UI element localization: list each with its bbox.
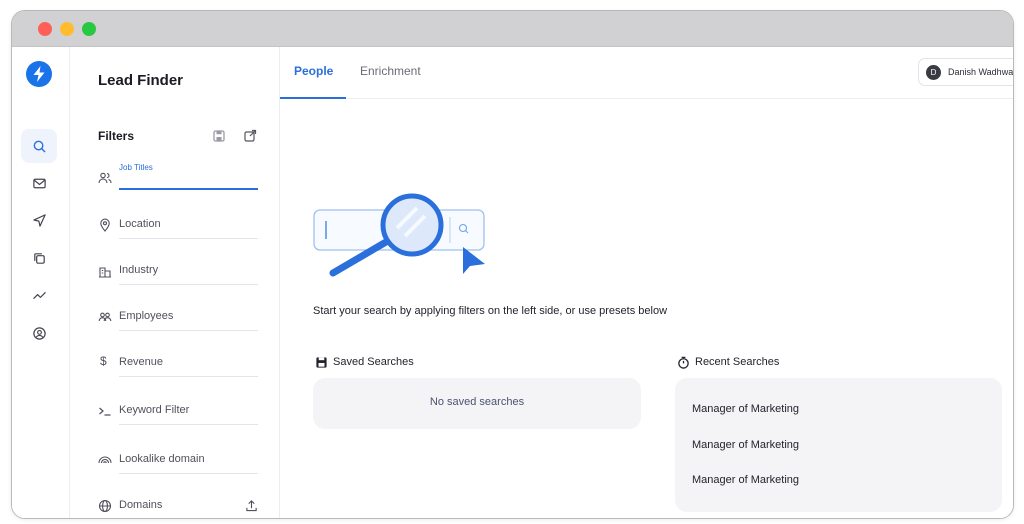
search-icon [33, 140, 45, 152]
filter-revenue[interactable]: $ Revenue [98, 350, 258, 380]
job-titles-input[interactable] [119, 188, 258, 190]
recent-searches-title: Recent Searches [695, 356, 780, 368]
saved-searches-title: Saved Searches [333, 356, 414, 368]
stopwatch-icon [678, 356, 689, 369]
app-title: Lead Finder [98, 72, 184, 89]
rail-item-copy[interactable] [21, 241, 57, 275]
filter-label: Lookalike domain [119, 453, 205, 465]
user-name: Danish Wadhwa [948, 67, 1014, 77]
search-illustration [313, 193, 485, 277]
app-window: Lead Finder Filters Job Titles Location … [11, 10, 1014, 519]
window-titlebar [12, 11, 1013, 47]
search-prompt: Start your search by applying filters on… [313, 305, 668, 317]
floppy-disk-icon [213, 130, 225, 142]
filter-lookalike-domain[interactable]: Lookalike domain [98, 447, 258, 477]
terminal-icon [99, 407, 111, 416]
saved-empty-state: No saved searches [429, 396, 525, 408]
open-external-button[interactable] [243, 129, 257, 143]
recent-searches-panel: Manager of Marketing Manager of Marketin… [675, 378, 1002, 512]
close-window-button[interactable] [38, 22, 52, 36]
rail-item-mail[interactable] [21, 166, 57, 200]
filter-underline [119, 376, 258, 377]
copy-icon [33, 252, 45, 264]
send-icon [32, 213, 46, 227]
save-filter-button[interactable] [212, 129, 226, 143]
filter-underline [119, 330, 258, 331]
floppy-disk-icon [316, 357, 327, 368]
recent-search-item[interactable]: Manager of Marketing [692, 474, 799, 486]
filter-underline [119, 473, 258, 474]
dollar-icon: $ [100, 354, 107, 368]
people-icon [98, 172, 112, 184]
location-pin-icon [100, 218, 110, 232]
avatar: D [926, 65, 941, 80]
filter-underline [119, 238, 258, 239]
rail-item-account[interactable] [21, 316, 57, 350]
building-icon [99, 267, 111, 278]
user-menu[interactable]: D Danish Wadhwa [918, 58, 1014, 86]
rail-item-analytics[interactable] [21, 278, 57, 312]
saved-searches-panel: No saved searches [313, 378, 641, 429]
filter-job-titles[interactable]: Job Titles [98, 163, 258, 195]
upload-icon[interactable] [245, 499, 258, 512]
filter-label: Domains [119, 499, 163, 511]
filter-domains[interactable]: Domains [98, 493, 258, 518]
external-link-icon [244, 129, 257, 142]
trend-line-icon [32, 291, 46, 299]
maximize-window-button[interactable] [82, 22, 96, 36]
filter-label: Revenue [119, 356, 164, 368]
rail-item-send[interactable] [21, 203, 57, 237]
filter-label: Job Titles [119, 163, 153, 172]
rainbow-icon [98, 456, 112, 464]
user-circle-icon [32, 326, 46, 340]
filters-sidebar: Lead Finder Filters Job Titles Location … [70, 47, 280, 518]
filter-label: Keyword Filter [119, 404, 190, 416]
nav-rail [12, 47, 70, 518]
tab-enrichment[interactable]: Enrichment [360, 64, 421, 78]
employees-icon [98, 312, 112, 322]
tab-people[interactable]: People [294, 64, 333, 78]
main-content: People Enrichment D Danish Wadhwa Start … [280, 47, 1013, 518]
globe-icon [98, 499, 112, 513]
mail-icon [32, 178, 46, 188]
filter-underline [119, 284, 258, 285]
filter-label: Location [119, 218, 161, 230]
recent-search-item[interactable]: Manager of Marketing [692, 403, 799, 415]
filter-label: Industry [119, 264, 159, 276]
lightning-logo-icon[interactable] [26, 61, 52, 87]
filter-location[interactable]: Location [98, 212, 258, 242]
filter-industry[interactable]: Industry [98, 258, 258, 288]
recent-search-item[interactable]: Manager of Marketing [692, 439, 799, 451]
rail-item-search[interactable] [21, 129, 57, 163]
filter-keyword[interactable]: Keyword Filter [98, 398, 258, 428]
filters-heading: Filters [98, 129, 135, 143]
tab-bar: People Enrichment D Danish Wadhwa [280, 47, 1013, 99]
minimize-window-button[interactable] [60, 22, 74, 36]
active-tab-indicator [280, 97, 346, 99]
filter-label: Employees [119, 310, 174, 322]
filter-underline [119, 424, 258, 425]
filter-employees[interactable]: Employees [98, 304, 258, 334]
